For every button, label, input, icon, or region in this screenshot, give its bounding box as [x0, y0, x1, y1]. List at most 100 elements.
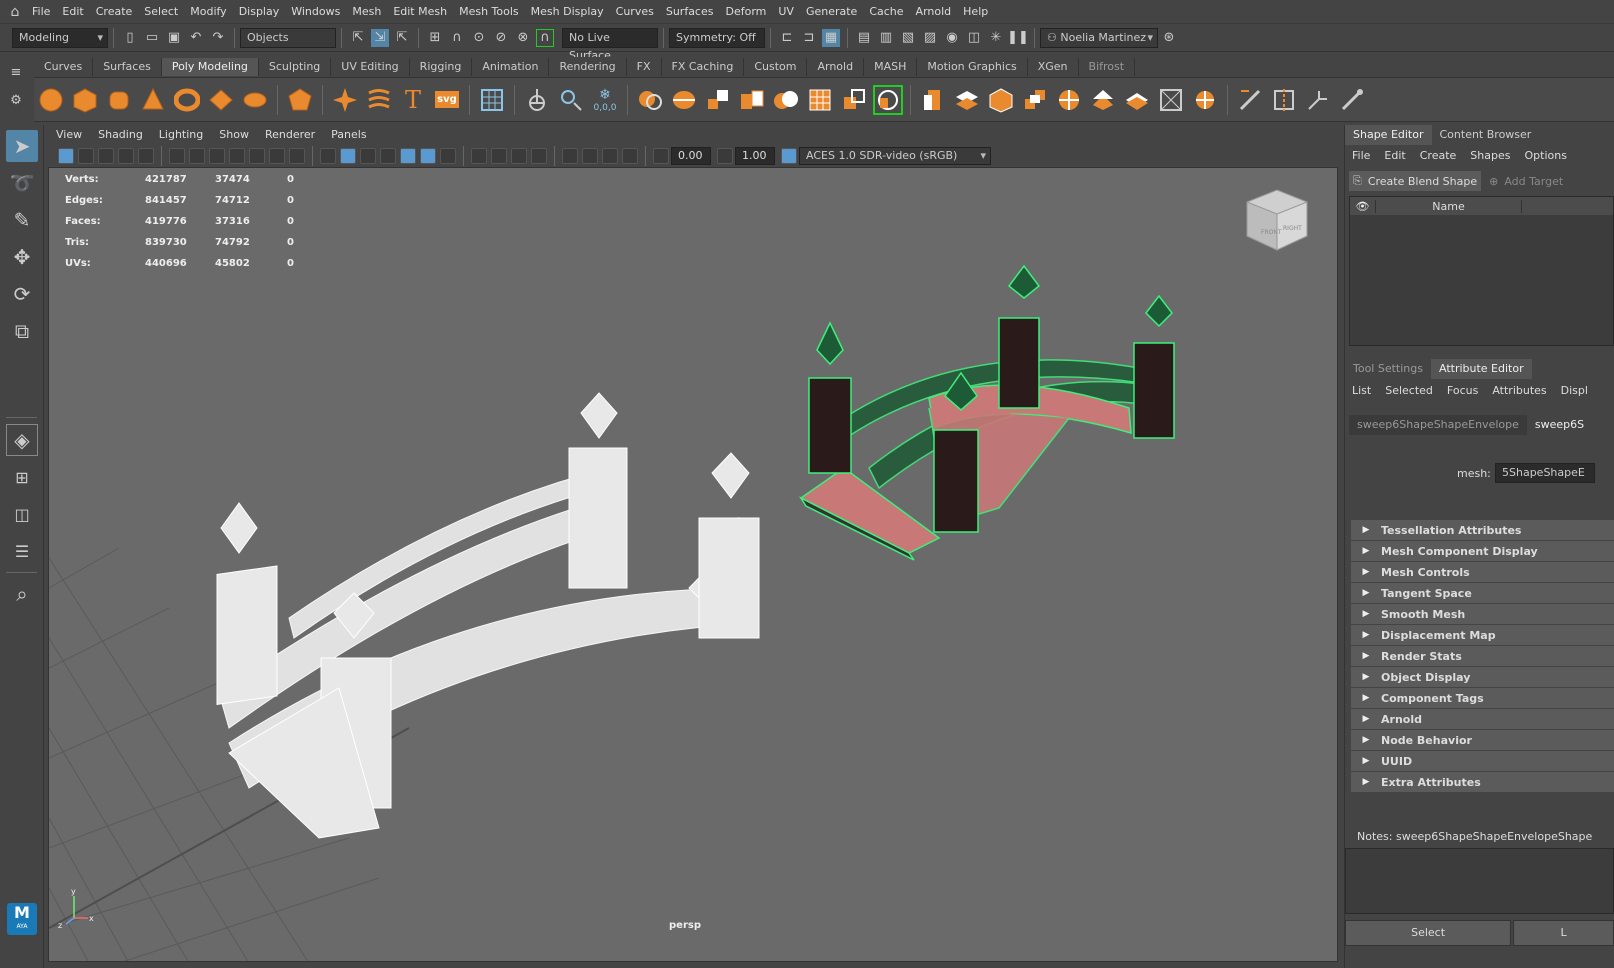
rotate-tool-icon[interactable]: ⟳	[6, 278, 38, 310]
shape-editor-menu-edit[interactable]: Edit	[1377, 146, 1412, 166]
poly-cone-icon[interactable]	[138, 85, 168, 115]
viewport-menu-renderer[interactable]: Renderer	[257, 125, 323, 145]
extrude-icon[interactable]	[918, 85, 948, 115]
menu-mesh-tools[interactable]: Mesh Tools	[453, 0, 525, 24]
grease-pencil-icon[interactable]	[169, 148, 185, 164]
bridge-icon[interactable]	[952, 85, 982, 115]
shelf-tab-sculpting[interactable]: Sculpting	[259, 58, 332, 76]
menu-deform[interactable]: Deform	[719, 0, 772, 24]
platonic-solid-icon[interactable]	[285, 85, 315, 115]
menu-uv[interactable]: UV	[772, 0, 800, 24]
menu-generate[interactable]: Generate	[800, 0, 863, 24]
poly-cube-icon[interactable]	[70, 85, 100, 115]
add-target-button[interactable]: ⊕ Add Target	[1485, 171, 1567, 191]
select-component-icon[interactable]: ⇱	[393, 29, 411, 47]
scale-tool-icon[interactable]: ⧉	[6, 315, 38, 347]
tab-content-browser[interactable]: Content Browser	[1432, 125, 1540, 145]
shape-editor-menu-file[interactable]: File	[1345, 146, 1377, 166]
tab-attribute-editor[interactable]: Attribute Editor	[1430, 359, 1532, 379]
depth-of-field-icon[interactable]	[531, 148, 547, 164]
poly-disc-icon[interactable]	[240, 85, 270, 115]
snap-view-icon[interactable]: ⊘	[492, 29, 510, 47]
hypershade-icon[interactable]: ◉	[943, 29, 961, 47]
lasso-tool-icon[interactable]: ➰	[6, 167, 38, 199]
symmetry-dropdown[interactable]: Symmetry: Off	[669, 27, 765, 48]
attribute-editor-menu-attributes[interactable]: Attributes	[1485, 381, 1553, 401]
insert-edge-loop-icon[interactable]	[1269, 85, 1299, 115]
circularize-icon[interactable]	[1156, 85, 1186, 115]
render-settings-icon[interactable]: ▨	[921, 29, 939, 47]
shelf-settings-icon[interactable]: ⚙	[7, 91, 25, 109]
load-attributes-button[interactable]: L	[1513, 920, 1614, 946]
shelf-tab-poly-modeling[interactable]: Poly Modeling	[161, 58, 259, 76]
menu-help[interactable]: Help	[957, 0, 994, 24]
shelf-tab-motion-graphics[interactable]: Motion Graphics	[917, 58, 1028, 76]
wireframe-icon[interactable]	[320, 148, 336, 164]
image-plane-icon[interactable]	[118, 148, 134, 164]
select-camera-icon[interactable]	[58, 148, 74, 164]
section-object-display[interactable]: ▶ Object Display	[1351, 667, 1614, 687]
multi-cut-icon[interactable]	[1235, 85, 1265, 115]
menu-display[interactable]: Display	[233, 0, 286, 24]
freeze-transform-icon[interactable]	[556, 85, 586, 115]
xray-joints-icon[interactable]	[602, 148, 618, 164]
paint-select-icon[interactable]: ✎	[6, 204, 38, 236]
snap-point-icon[interactable]: ⊙	[470, 29, 488, 47]
output-ops-icon[interactable]: ⊐	[800, 29, 818, 47]
shape-editor-list[interactable]: 👁 Name	[1349, 196, 1614, 346]
svg-tool-icon[interactable]: svg	[432, 85, 462, 115]
select-hierarchy-icon[interactable]: ⇱	[349, 29, 367, 47]
attribute-editor-menu-displ[interactable]: Displ	[1554, 381, 1595, 401]
mode-dropdown[interactable]: Modeling ▾	[12, 27, 108, 48]
menu-curves[interactable]: Curves	[610, 0, 660, 24]
redo-icon[interactable]: ↷	[209, 29, 227, 47]
select-tool-icon[interactable]: ➤	[6, 130, 38, 162]
retopologize-icon[interactable]	[873, 84, 903, 115]
menu-edit-mesh[interactable]: Edit Mesh	[387, 0, 453, 24]
viewport-menu-shading[interactable]: Shading	[90, 125, 151, 145]
home-icon[interactable]: ⌂	[6, 3, 24, 21]
shadows-icon[interactable]	[440, 148, 456, 164]
film-gate-icon[interactable]	[209, 148, 225, 164]
mesh-field[interactable]: 5ShapeShapeE	[1495, 463, 1595, 483]
snap-grid-icon[interactable]: ⊞	[426, 29, 444, 47]
pivot-icon[interactable]	[522, 85, 552, 115]
menu-mesh-display[interactable]: Mesh Display	[525, 0, 610, 24]
node-tab-1[interactable]: sweep6S	[1527, 415, 1592, 435]
gamma-field[interactable]: 1.00	[735, 147, 775, 165]
search-help-icon[interactable]: ⊛	[1160, 29, 1178, 47]
viewport-menu-panels[interactable]: Panels	[323, 125, 374, 145]
render-setup-icon[interactable]: ◫	[965, 29, 983, 47]
shelf-tab-surfaces[interactable]: Surfaces	[93, 58, 162, 76]
shelf-menu-icon[interactable]: ≡	[7, 63, 25, 81]
type-tool-icon[interactable]: T	[398, 85, 428, 115]
section-node-behavior[interactable]: ▶ Node Behavior	[1351, 730, 1614, 750]
viewport-menu-view[interactable]: View	[48, 125, 90, 145]
target-weld-icon[interactable]	[1303, 85, 1333, 115]
screen-space-ao-icon[interactable]	[471, 148, 487, 164]
name-column-header[interactable]: Name	[1376, 199, 1522, 213]
live-surface-field[interactable]: No Live Surface	[562, 27, 658, 62]
shelf-tab-animation[interactable]: Animation	[472, 58, 550, 76]
mirror-icon[interactable]	[1190, 85, 1220, 115]
attribute-editor-menu-focus[interactable]: Focus	[1440, 381, 1485, 401]
wireframe-on-shaded-icon[interactable]	[380, 148, 396, 164]
shape-editor-menu-create[interactable]: Create	[1413, 146, 1464, 166]
section-component-tags[interactable]: ▶ Component Tags	[1351, 688, 1614, 708]
node-tab-0[interactable]: sweep6ShapeShapeEnvelope	[1349, 415, 1527, 435]
gamma-icon[interactable]	[717, 148, 733, 164]
snap-live-icon[interactable]: ∩	[536, 28, 554, 47]
section-render-stats[interactable]: ▶ Render Stats	[1351, 646, 1614, 666]
separate-icon[interactable]	[669, 85, 699, 115]
notes-field[interactable]	[1345, 848, 1614, 914]
shelf-tab-curves[interactable]: Curves	[34, 58, 94, 76]
shelf-tab-rendering[interactable]: Rendering	[549, 58, 627, 76]
sculpt-icon[interactable]	[1337, 85, 1367, 115]
remesh-icon[interactable]	[839, 85, 869, 115]
snap-surface-icon[interactable]: ⊗	[514, 29, 532, 47]
shelf-tab-xgen[interactable]: XGen	[1028, 58, 1079, 76]
anti-aliasing-icon[interactable]	[511, 148, 527, 164]
menu-modify[interactable]: Modify	[184, 0, 232, 24]
menu-cache[interactable]: Cache	[863, 0, 909, 24]
user-account-dropdown[interactable]: ⚇ Noelia Martinez ▾	[1040, 27, 1158, 48]
